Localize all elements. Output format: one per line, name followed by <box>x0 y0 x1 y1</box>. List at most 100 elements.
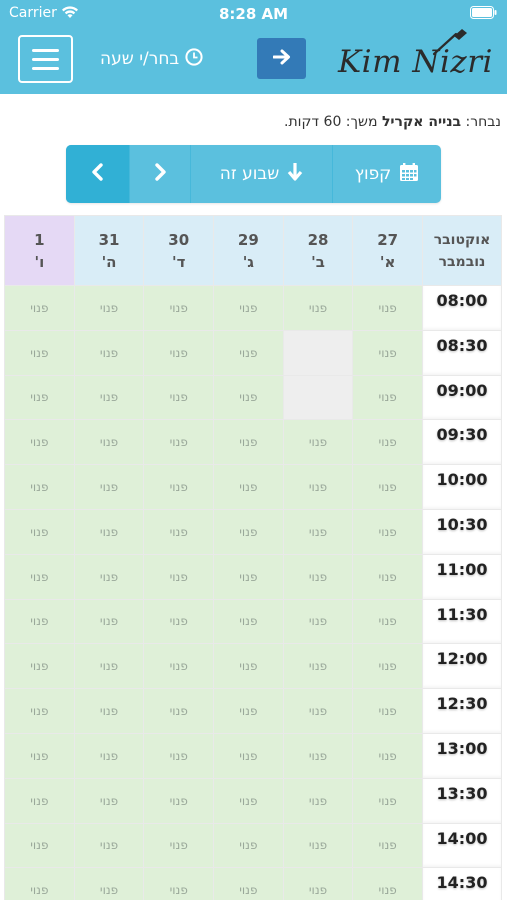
free-slot-cell[interactable]: פנוי <box>73 643 145 690</box>
free-slot-cell[interactable]: פנוי <box>73 553 145 600</box>
free-slot-cell[interactable]: פנוי <box>213 419 284 466</box>
free-slot-cell[interactable]: פנוי <box>143 867 215 900</box>
free-slot-cell[interactable]: פנוי <box>352 867 423 900</box>
free-slot-cell[interactable]: פנוי <box>73 374 145 421</box>
free-slot-cell[interactable]: פנוי <box>352 374 423 421</box>
free-slot-cell[interactable]: פנוי <box>282 508 354 555</box>
free-slot-cell[interactable]: פנוי <box>213 688 284 734</box>
time-label: 14:00 <box>436 828 488 848</box>
free-slot-cell[interactable]: פנוי <box>4 867 75 900</box>
free-slot-cell[interactable]: פנוי <box>282 553 354 600</box>
free-slot-cell[interactable]: פנוי <box>352 732 423 779</box>
this-week-button[interactable]: שבוע זה <box>191 145 333 203</box>
free-slot-cell[interactable]: פנוי <box>73 732 145 779</box>
free-slot-cell[interactable]: פנוי <box>213 285 284 331</box>
free-slot-cell[interactable]: פנוי <box>143 374 215 421</box>
free-slot-cell[interactable]: פנוי <box>282 867 354 900</box>
prev-week-button[interactable] <box>130 145 191 203</box>
free-slot-cell[interactable]: פנוי <box>4 419 75 466</box>
free-slot-cell[interactable]: פנוי <box>143 688 215 734</box>
free-slot-cell[interactable]: פנוי <box>143 732 215 779</box>
free-slot-cell[interactable]: פנוי <box>213 867 284 900</box>
free-slot-cell[interactable]: פנוי <box>73 464 145 510</box>
free-slot-cell[interactable]: פנוי <box>282 643 354 690</box>
free-slot-cell[interactable]: פנוי <box>143 508 215 555</box>
free-slot-cell[interactable]: פנוי <box>352 598 423 645</box>
free-slot-cell[interactable]: פנוי <box>352 822 423 869</box>
free-slot-cell[interactable]: פנוי <box>143 598 215 645</box>
free-slot-cell[interactable]: פנוי <box>282 464 354 510</box>
app-header: Carrier 8:28 AM בחר/י שעה Kim Nizri <box>0 0 507 94</box>
free-slot-cell[interactable]: פנוי <box>352 464 423 510</box>
free-slot-cell[interactable]: פנוי <box>143 553 215 600</box>
free-slot-cell[interactable]: פנוי <box>73 285 145 331</box>
hamburger-menu-icon <box>32 48 59 52</box>
free-slot-cell[interactable]: פנוי <box>213 553 284 600</box>
day-header: 31 ה' <box>73 215 145 286</box>
free-slot-cell[interactable]: פנוי <box>73 508 145 555</box>
free-slot-cell[interactable]: פנוי <box>4 643 75 690</box>
time-label-cell: 12:00 <box>422 643 502 690</box>
free-slot-cell[interactable]: פנוי <box>213 508 284 555</box>
free-slot-cell[interactable]: פנוי <box>4 688 75 734</box>
free-slot-cell[interactable]: פנוי <box>4 285 75 331</box>
free-slot-cell[interactable]: פנוי <box>213 374 284 421</box>
free-slot-cell[interactable]: פנוי <box>352 643 423 690</box>
free-slot-cell[interactable]: פנוי <box>4 464 75 510</box>
free-slot-cell[interactable]: פנוי <box>282 777 354 824</box>
free-slot-cell[interactable]: פנוי <box>143 419 215 466</box>
choose-time-button[interactable]: בחר/י שעה <box>100 45 203 73</box>
free-slot-cell[interactable]: פנוי <box>213 329 284 376</box>
free-slot-cell[interactable]: פנוי <box>4 553 75 600</box>
free-slot-cell[interactable]: פנוי <box>4 732 75 779</box>
next-week-button[interactable] <box>66 145 130 203</box>
free-slot-cell[interactable]: פנוי <box>213 643 284 690</box>
free-slot-cell[interactable]: פנוי <box>143 285 215 331</box>
free-slot-cell[interactable]: פנוי <box>282 598 354 645</box>
free-slot-cell[interactable]: פנוי <box>352 285 423 331</box>
free-slot-cell[interactable]: פנוי <box>213 822 284 869</box>
free-slot-cell[interactable]: פנוי <box>213 732 284 779</box>
free-slot-cell[interactable]: פנוי <box>73 329 145 376</box>
free-slot-cell[interactable]: פנוי <box>352 329 423 376</box>
free-slot-cell[interactable]: פנוי <box>4 777 75 824</box>
day-weekday: ה' <box>101 252 117 271</box>
free-slot-cell[interactable]: פנוי <box>143 643 215 690</box>
time-label: 12:00 <box>436 649 488 669</box>
free-slot-cell[interactable]: פנוי <box>73 777 145 824</box>
arrow-right-icon <box>272 49 291 69</box>
free-slot-cell[interactable]: פנוי <box>4 822 75 869</box>
free-slot-cell[interactable]: פנוי <box>213 598 284 645</box>
free-slot-cell[interactable]: פנוי <box>352 688 423 734</box>
free-slot-cell[interactable]: פנוי <box>73 419 145 466</box>
hamburger-menu-button[interactable] <box>18 35 73 83</box>
jump-to-date-button[interactable]: קפוץ <box>333 145 441 203</box>
free-slot-cell[interactable]: פנוי <box>143 777 215 824</box>
free-slot-cell[interactable]: פנוי <box>352 508 423 555</box>
free-slot-cell[interactable]: פנוי <box>4 329 75 376</box>
free-slot-cell[interactable]: פנוי <box>352 553 423 600</box>
day-date: 1 <box>34 230 45 249</box>
free-slot-cell[interactable]: פנוי <box>73 867 145 900</box>
free-slot-cell[interactable]: פנוי <box>282 732 354 779</box>
free-slot-cell[interactable]: פנוי <box>143 464 215 510</box>
free-slot-cell[interactable]: פנוי <box>282 688 354 734</box>
free-slot-cell[interactable]: פנוי <box>4 598 75 645</box>
free-slot-cell[interactable]: פנוי <box>4 508 75 555</box>
free-slot-cell[interactable]: פנוי <box>143 822 215 869</box>
free-slot-cell[interactable]: פנוי <box>213 464 284 510</box>
logo-text: Kim Nizri <box>338 44 493 80</box>
free-slot-cell[interactable]: פנוי <box>73 688 145 734</box>
free-slot-cell[interactable]: פנוי <box>73 598 145 645</box>
time-label-cell: 10:30 <box>422 508 502 555</box>
free-slot-cell[interactable]: פנוי <box>282 285 354 331</box>
next-button[interactable] <box>257 38 306 79</box>
free-slot-cell[interactable]: פנוי <box>352 419 423 466</box>
free-slot-cell[interactable]: פנוי <box>73 822 145 869</box>
free-slot-cell[interactable]: פנוי <box>213 777 284 824</box>
free-slot-cell[interactable]: פנוי <box>143 329 215 376</box>
free-slot-cell[interactable]: פנוי <box>4 374 75 421</box>
free-slot-cell[interactable]: פנוי <box>282 419 354 466</box>
free-slot-cell[interactable]: פנוי <box>282 822 354 869</box>
free-slot-cell[interactable]: פנוי <box>352 777 423 824</box>
